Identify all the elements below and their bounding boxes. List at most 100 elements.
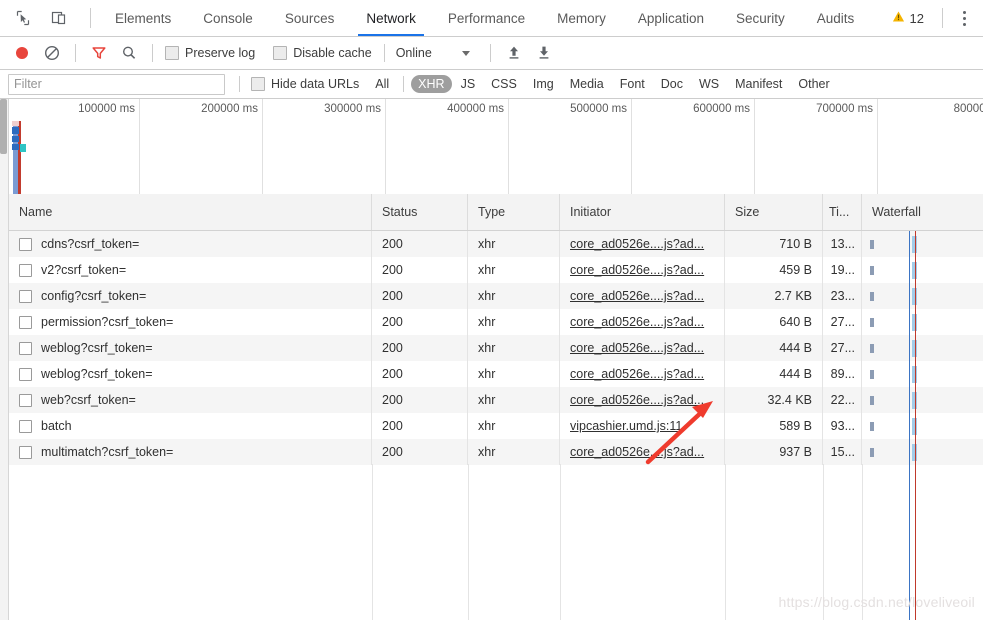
column-header-size[interactable]: Size xyxy=(725,194,823,230)
initiator-link[interactable]: core_ad0526e....js?ad... xyxy=(570,341,704,355)
filter-type-label: Font xyxy=(619,77,645,91)
row-size: 444 B xyxy=(725,335,823,361)
disable-cache-checkbox[interactable]: Disable cache xyxy=(270,46,375,60)
row-checkbox[interactable] xyxy=(19,419,32,433)
row-time: 23... xyxy=(823,283,862,309)
toolbar-divider-1 xyxy=(75,44,76,62)
request-name: weblog?csrf_token= xyxy=(41,367,153,381)
row-waterfall xyxy=(862,361,983,387)
filter-type-manifest[interactable]: Manifest xyxy=(728,75,789,93)
table-row[interactable]: v2?csrf_token= 200 xhr core_ad0526e....j… xyxy=(9,257,983,283)
initiator-link[interactable]: core_ad0526e....js?ad... xyxy=(570,393,704,407)
filter-type-xhr[interactable]: XHR xyxy=(411,75,452,93)
row-checkbox[interactable] xyxy=(19,445,32,459)
more-vertical-icon[interactable] xyxy=(951,0,977,36)
overview-tick: 500000 ms xyxy=(508,99,632,197)
row-status: 200 xyxy=(372,387,468,413)
resource-type-filters: All XHR JS CSS Img Media Font Doc WS Man… xyxy=(368,75,836,93)
row-checkbox[interactable] xyxy=(19,237,32,251)
initiator-link[interactable]: vipcashier.umd.js:11 xyxy=(570,419,682,433)
funnel-filter-icon[interactable] xyxy=(85,40,113,66)
filter-type-js[interactable]: JS xyxy=(454,75,483,93)
filter-type-img[interactable]: Img xyxy=(526,75,561,93)
row-waterfall xyxy=(862,413,983,439)
warning-badge[interactable]: 12 xyxy=(882,0,934,36)
table-row[interactable]: web?csrf_token= 200 xhr core_ad0526e....… xyxy=(9,387,983,413)
export-arrow-down-icon[interactable] xyxy=(530,40,558,66)
overview-scroll-nub[interactable] xyxy=(0,99,7,154)
overview-tick: 200000 ms xyxy=(139,99,263,197)
tab-memory[interactable]: Memory xyxy=(541,0,622,36)
row-checkbox[interactable] xyxy=(19,263,32,277)
request-name: permission?csrf_token= xyxy=(41,315,174,329)
filter-type-ws[interactable]: WS xyxy=(692,75,726,93)
column-header-type[interactable]: Type xyxy=(468,194,560,230)
row-time: 13... xyxy=(823,231,862,257)
overview-activity-bars xyxy=(9,99,49,197)
table-row[interactable]: config?csrf_token= 200 xhr core_ad0526e.… xyxy=(9,283,983,309)
filter-type-other[interactable]: Other xyxy=(791,75,836,93)
import-arrow-up-icon[interactable] xyxy=(500,40,528,66)
initiator-link[interactable]: core_ad0526e....js?ad... xyxy=(570,445,704,459)
row-checkbox[interactable] xyxy=(19,315,32,329)
overview-tick-label: 700000 ms xyxy=(816,103,873,115)
overview-canvas[interactable]: 100000 ms 200000 ms 300000 ms 400000 ms … xyxy=(9,99,983,197)
filter-type-label: Other xyxy=(798,77,830,91)
tab-application[interactable]: Application xyxy=(622,0,720,36)
tab-network[interactable]: Network xyxy=(350,0,432,36)
filter-type-css[interactable]: CSS xyxy=(484,75,524,93)
initiator-link[interactable]: core_ad0526e....js?ad... xyxy=(570,289,704,303)
tab-performance[interactable]: Performance xyxy=(432,0,541,36)
row-checkbox[interactable] xyxy=(19,393,32,407)
preserve-log-checkbox[interactable]: Preserve log xyxy=(162,46,258,60)
initiator-link[interactable]: core_ad0526e....js?ad... xyxy=(570,315,704,329)
column-header-waterfall[interactable]: Waterfall xyxy=(862,194,983,230)
filter-type-media[interactable]: Media xyxy=(563,75,611,93)
tab-label: Elements xyxy=(115,10,172,26)
column-header-name[interactable]: Name xyxy=(9,194,372,230)
column-header-status[interactable]: Status xyxy=(372,194,468,230)
inspect-cursor-icon[interactable] xyxy=(10,5,36,31)
network-overview[interactable]: 100000 ms 200000 ms 300000 ms 400000 ms … xyxy=(0,99,983,198)
tab-sources[interactable]: Sources xyxy=(269,0,351,36)
row-waterfall xyxy=(862,283,983,309)
tab-audits[interactable]: Audits xyxy=(801,0,871,36)
filter-input[interactable] xyxy=(8,73,225,95)
filter-type-all[interactable]: All xyxy=(368,75,396,93)
table-row[interactable]: multimatch?csrf_token= 200 xhr core_ad05… xyxy=(9,439,983,465)
tab-console[interactable]: Console xyxy=(187,0,269,36)
row-checkbox[interactable] xyxy=(19,341,32,355)
row-checkbox[interactable] xyxy=(19,289,32,303)
filter-type-doc[interactable]: Doc xyxy=(654,75,690,93)
row-type: xhr xyxy=(468,335,560,361)
hide-data-urls-checkbox[interactable]: Hide data URLs xyxy=(248,77,362,91)
row-type: xhr xyxy=(468,309,560,335)
request-name: weblog?csrf_token= xyxy=(41,341,153,355)
column-header-time[interactable]: Ti... xyxy=(823,194,862,230)
initiator-link[interactable]: core_ad0526e....js?ad... xyxy=(570,263,704,277)
initiator-link[interactable]: core_ad0526e....js?ad... xyxy=(570,367,704,381)
filter-type-font[interactable]: Font xyxy=(613,75,652,93)
tab-label: Performance xyxy=(447,10,526,26)
disable-cache-label: Disable cache xyxy=(293,46,372,60)
device-toolbar-icon[interactable] xyxy=(46,5,72,31)
row-name-cell: permission?csrf_token= xyxy=(9,309,372,335)
tab-label: Application xyxy=(637,10,704,26)
tab-elements[interactable]: Elements xyxy=(99,0,187,36)
table-row[interactable]: weblog?csrf_token= 200 xhr core_ad0526e.… xyxy=(9,361,983,387)
row-type: xhr xyxy=(468,231,560,257)
initiator-link[interactable]: core_ad0526e....js?ad... xyxy=(570,237,704,251)
request-name: multimatch?csrf_token= xyxy=(41,445,174,459)
clear-no-entry-icon[interactable] xyxy=(38,40,66,66)
table-row[interactable]: permission?csrf_token= 200 xhr core_ad05… xyxy=(9,309,983,335)
table-row[interactable]: batch 200 xhr vipcashier.umd.js:11 589 B… xyxy=(9,413,983,439)
row-checkbox[interactable] xyxy=(19,367,32,381)
table-row[interactable]: cdns?csrf_token= 200 xhr core_ad0526e...… xyxy=(9,231,983,257)
column-header-initiator[interactable]: Initiator xyxy=(560,194,725,230)
search-magnifier-icon[interactable] xyxy=(115,40,143,66)
tab-security[interactable]: Security xyxy=(720,0,801,36)
throttling-select[interactable]: Online xyxy=(394,46,470,60)
overview-tick: 600000 ms xyxy=(631,99,755,197)
table-row[interactable]: weblog?csrf_token= 200 xhr core_ad0526e.… xyxy=(9,335,983,361)
record-circle-icon[interactable] xyxy=(8,40,36,66)
